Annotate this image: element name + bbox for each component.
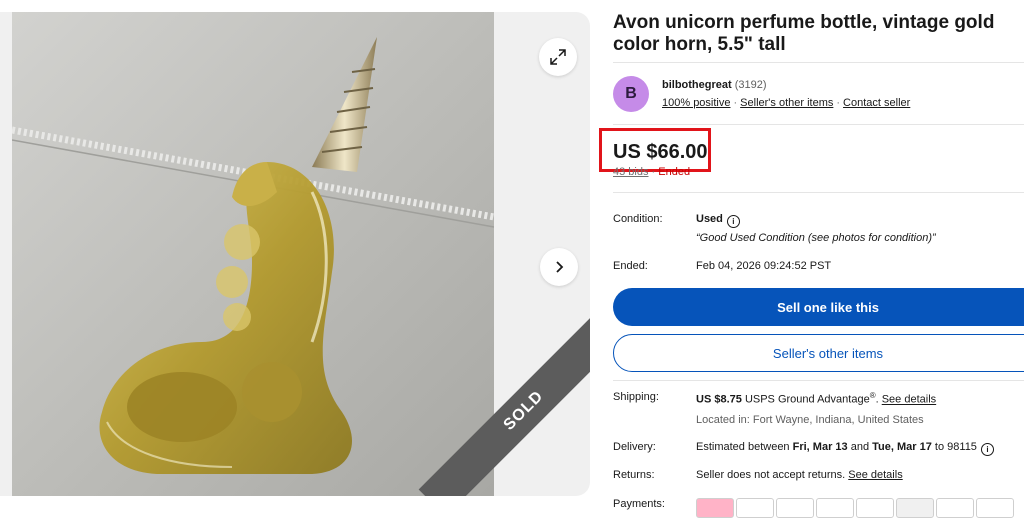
unicorn-bottle-image [12, 12, 494, 496]
visa-icon [856, 498, 894, 518]
delivery-label: Delivery: [613, 441, 656, 453]
delivery-value: Estimated between Fri, Mar 13 and Tue, M… [696, 441, 994, 456]
product-photo[interactable] [12, 12, 494, 496]
image-gallery: SOLD [0, 12, 590, 496]
bids-status: 43 bids · Ended [613, 166, 690, 178]
seller-feedback-count: (3192) [734, 79, 767, 91]
returns-text: Seller does not accept returns. [696, 469, 846, 481]
condition-value-line: Used i [696, 213, 740, 228]
contact-seller-link[interactable]: Contact seller [843, 97, 910, 109]
next-image-button[interactable] [540, 248, 578, 286]
klarna-icon [696, 498, 734, 518]
sell-one-like-this-button[interactable]: Sell one like this [613, 288, 1024, 326]
expand-button[interactable] [539, 38, 577, 76]
sellers-other-items-link[interactable]: Seller's other items [740, 97, 833, 109]
delivery-end: Tue, Mar 17 [872, 441, 932, 453]
item-location: Located in: Fort Wayne, Indiana, United … [696, 414, 924, 426]
delivery-start: Fri, Mar 13 [792, 441, 848, 453]
registered-mark: ® [869, 391, 876, 400]
paypal-icon [736, 498, 774, 518]
condition-label: Condition: [613, 213, 663, 225]
price: US $66.00 [613, 141, 708, 163]
separator-dot: · [651, 166, 656, 178]
listing-title: Avon unicorn perfume bottle, vintage gol… [613, 12, 995, 55]
separator-dot: · [733, 97, 738, 109]
condition-value: Used [696, 213, 723, 225]
seller-links: 100% positive · Seller's other items · Conta… [662, 97, 910, 109]
shipping-service: USPS Ground Advantage [744, 393, 870, 406]
ended-status: Ended [658, 166, 691, 178]
diners-icon [976, 498, 1014, 518]
condition-note: “Good Used Condition (see photos for con… [696, 232, 936, 244]
mastercard-icon [896, 498, 934, 518]
returns-value: Seller does not accept returns. See deta… [696, 469, 903, 481]
delivery-prefix: Estimated between [696, 441, 790, 453]
gpay-icon [816, 498, 854, 518]
listing-info-panel: Avon unicorn perfume bottle, vintage gol… [599, 0, 1024, 518]
payments-label: Payments: [613, 498, 665, 510]
sellers-other-items-button[interactable]: Seller's other items [613, 334, 1024, 372]
venmo-icon [776, 498, 814, 518]
delivery-zip: to 98115 [934, 441, 977, 453]
expand-icon [550, 49, 566, 65]
chevron-right-icon [556, 261, 564, 273]
divider [613, 124, 1024, 125]
separator-dot: · [836, 97, 841, 109]
divider [613, 62, 1024, 63]
returns-label: Returns: [613, 469, 655, 481]
info-icon[interactable]: i [980, 443, 994, 456]
info-icon[interactable]: i [726, 215, 740, 228]
ended-value: Feb 04, 2026 09:24:52 PST [696, 260, 832, 272]
discover-icon [936, 498, 974, 518]
returns-see-details-link[interactable]: See details [848, 469, 902, 481]
delivery-and: and [850, 441, 870, 453]
shipping-label: Shipping: [613, 391, 659, 403]
shipping-see-details-link[interactable]: See details [882, 394, 936, 406]
shipping-value: US $8.75 USPS Ground Advantage®. See det… [696, 391, 937, 406]
ended-label: Ended: [613, 260, 648, 272]
seller-name-line: bilbothegreat (3192) [662, 79, 767, 91]
positive-feedback-link[interactable]: 100% positive [662, 97, 731, 109]
shipping-cost: US $8.75 [696, 393, 742, 406]
divider [613, 192, 1024, 193]
seller-avatar[interactable]: B [613, 76, 649, 112]
seller-name[interactable]: bilbothegreat [662, 79, 732, 91]
divider [613, 380, 1024, 381]
payment-methods [696, 498, 1014, 518]
bids-link[interactable]: 43 bids [613, 166, 648, 178]
